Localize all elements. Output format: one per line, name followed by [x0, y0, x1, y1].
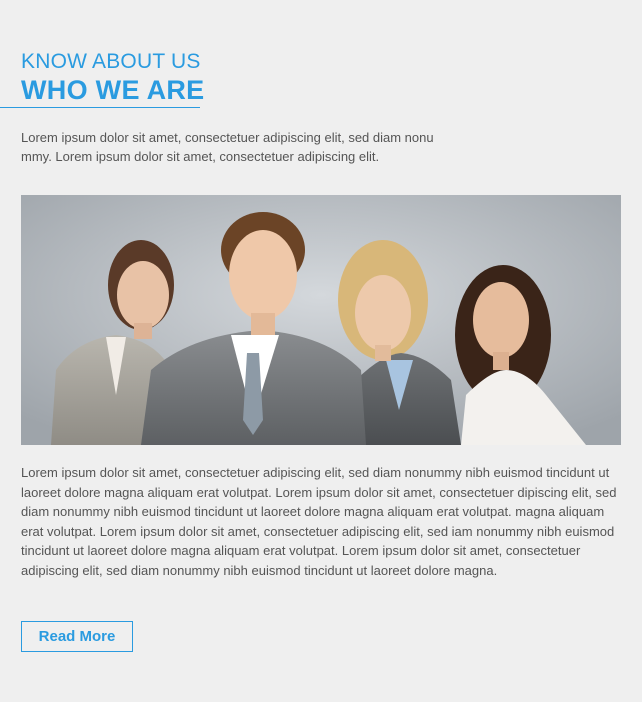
intro-text: Lorem ipsum dolor sit amet, consectetuer… — [21, 130, 434, 164]
read-more-button[interactable]: Read More — [21, 621, 133, 652]
body-text: Lorem ipsum dolor sit amet, consectetuer… — [21, 465, 617, 578]
section-eyebrow: KNOW ABOUT US — [21, 50, 201, 73]
who-we-are-section: KNOW ABOUT US WHO WE ARE Lorem ipsum dol… — [0, 0, 642, 702]
team-photo — [21, 195, 621, 445]
title-underline — [0, 107, 200, 108]
section-title: WHO WE ARE — [21, 75, 205, 105]
